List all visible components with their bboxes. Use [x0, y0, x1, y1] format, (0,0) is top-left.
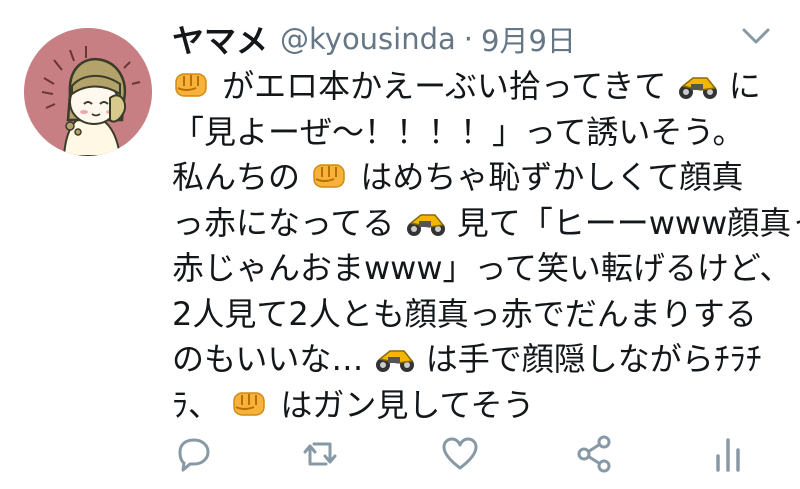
- retweet-icon[interactable]: [300, 434, 340, 474]
- avatar[interactable]: [24, 28, 152, 156]
- tweet-text-segment: っ赤になってる: [172, 203, 395, 242]
- tweet-line: ﾗ、 はガン見してそう: [172, 383, 782, 429]
- oncoming-fist-icon: [233, 391, 265, 416]
- heart-icon[interactable]: [440, 434, 480, 474]
- tweet-line: っ赤になってる 見て「ヒーーwww顔真っ: [172, 201, 800, 247]
- tweet-text-segment: 赤じゃんおまwww」って笑い転げるけど、: [172, 249, 792, 287]
- motorcycle-icon: [406, 213, 445, 236]
- tweet-line: のもいいな… は手で顔隠しながらﾁﾗﾁ: [172, 337, 782, 383]
- username-handle[interactable]: @kyousinda: [280, 22, 456, 56]
- tweet-text-segment: ﾗ、: [172, 385, 221, 424]
- tweet-text-segment: 2人見て2人とも顔真っ赤でだんまりする: [172, 294, 757, 333]
- tweet-text-segment: はめちゃ恥ずかしくて顔真: [360, 158, 744, 196]
- oncoming-fist-icon: [175, 73, 207, 97]
- reply-icon[interactable]: [172, 434, 212, 474]
- analytics-icon[interactable]: [708, 434, 748, 474]
- share-icon[interactable]: [574, 434, 614, 474]
- motorcycle-icon: [678, 77, 717, 99]
- display-name[interactable]: ヤマメ: [172, 16, 268, 62]
- separator-dot: ·: [463, 22, 474, 56]
- tweet-line: がエロ本かえーぶい拾ってきて に: [172, 64, 782, 110]
- tweet-text-segment: 「見よーぜ〜！！！！」って誘いそう。: [172, 112, 745, 151]
- motorcycle-icon: [375, 350, 414, 372]
- tweet-text-segment: がエロ本かえーぶい拾ってきて: [222, 67, 667, 105]
- tweet-text-segment: は手で顔隠しながらﾁﾗﾁ: [425, 340, 762, 378]
- avatar-illustration: [24, 28, 152, 156]
- oncoming-fist-icon: [313, 164, 345, 188]
- tweet-header: ヤマメ @kyousinda · 9月9日: [172, 14, 576, 64]
- tweet-text-segment: のもいいな…: [172, 340, 364, 378]
- tweet-line: 赤じゃんおまwww」って笑い転げるけど、: [172, 246, 791, 292]
- tweet-line: 「見よーぜ〜！！！！」って誘いそう。: [172, 110, 782, 156]
- tweet-date[interactable]: 9月9日: [481, 18, 576, 60]
- tweet-line: 私んちの はめちゃ恥ずかしくて顔真: [172, 155, 782, 201]
- tweet-text-segment: に: [728, 67, 761, 105]
- tweet-actions: [0, 428, 800, 478]
- tweet-text-segment: 私んちの: [172, 158, 301, 196]
- chevron-down-icon[interactable]: [738, 22, 774, 50]
- tweet-text: がエロ本かえーぶい拾ってきて に「見よーぜ〜！！！！」って誘いそう。 私んちの は…: [172, 64, 800, 429]
- tweet-text-segment: 見て「ヒーーwww顔真っ: [456, 203, 800, 242]
- tweet-line: 2人見て2人とも顔真っ赤でだんまりする: [172, 292, 782, 338]
- tweet-text-segment: はガン見してそう: [280, 385, 535, 424]
